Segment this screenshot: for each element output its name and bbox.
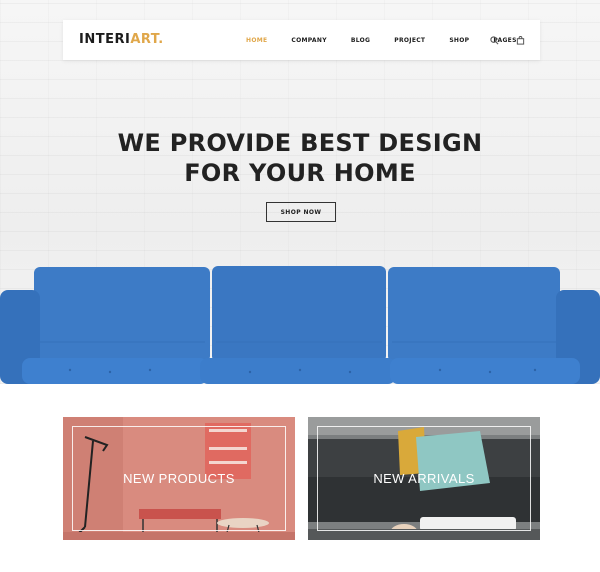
search-icon[interactable] xyxy=(488,34,500,46)
brand-logo[interactable]: INTERIART. xyxy=(79,32,164,47)
category-card-new-products[interactable]: NEW PRODUCTS xyxy=(63,417,295,540)
hero-headline-line1: WE PROVIDE BEST DESIGN xyxy=(117,129,483,157)
hero-headline-line2: FOR YOUR HOME xyxy=(184,159,416,187)
top-navbar: INTERIART. HOME COMPANY BLOG PROJECT SHO… xyxy=(63,20,540,60)
nav-item-project[interactable]: PROJECT xyxy=(394,37,425,44)
card-title-new-arrivals: NEW ARRIVALS xyxy=(373,471,475,486)
nav-item-company[interactable]: COMPANY xyxy=(291,37,326,44)
blue-sofa-image xyxy=(0,266,600,384)
nav-item-blog[interactable]: BLOG xyxy=(351,37,370,44)
hero-headline: WE PROVIDE BEST DESIGN FOR YOUR HOME xyxy=(0,128,600,188)
hero-section: INTERIART. HOME COMPANY BLOG PROJECT SHO… xyxy=(0,0,600,384)
shopping-bag-icon[interactable] xyxy=(514,34,526,46)
category-card-new-arrivals[interactable]: NEW ARRIVALS xyxy=(308,417,540,540)
card-title-new-products: NEW PRODUCTS xyxy=(123,471,235,486)
nav-item-home[interactable]: HOME xyxy=(246,37,267,44)
logo-main-text: INTERI xyxy=(79,32,131,47)
logo-accent-text: ART. xyxy=(130,32,164,47)
shop-now-button[interactable]: SHOP NOW xyxy=(266,202,336,222)
nav-item-shop[interactable]: SHOP xyxy=(449,37,469,44)
